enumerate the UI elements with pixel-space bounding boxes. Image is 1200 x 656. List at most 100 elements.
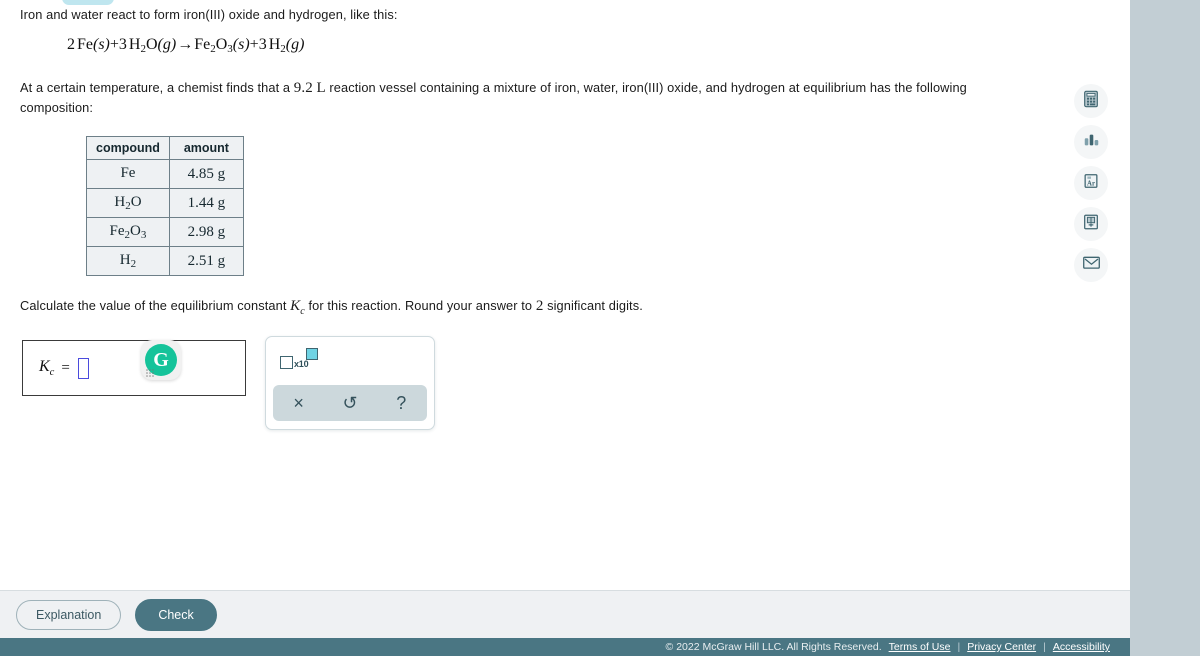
paragraph-part-1: At a certain temperature, a chemist find… bbox=[20, 80, 291, 95]
explanation-button[interactable]: Explanation bbox=[16, 599, 122, 630]
tab-stub-indicator bbox=[62, 0, 114, 5]
kc-subscript: c bbox=[300, 306, 305, 317]
action-bar: Explanation Check bbox=[0, 590, 1130, 638]
answer-kc-letter: K bbox=[39, 358, 50, 375]
table-row: H2O 1.44 g bbox=[86, 188, 244, 218]
table-row: Fe 4.85 g bbox=[86, 159, 244, 189]
table-row: H2 2.51 g bbox=[86, 246, 244, 276]
copyright-text: © 2022 McGraw Hill LLC. All Rights Reser… bbox=[665, 641, 882, 653]
kc-symbol-inline: Kc bbox=[290, 298, 305, 317]
prompt-part-1: Calculate the value of the equilibrium c… bbox=[20, 298, 287, 313]
cell-amount: 1.44 g bbox=[168, 188, 244, 218]
footer-separator: | bbox=[1043, 641, 1046, 653]
privacy-center-link[interactable]: Privacy Center bbox=[967, 641, 1036, 653]
equation-coefficient-fe: 2 bbox=[67, 36, 75, 53]
grammarly-badge[interactable]: G bbox=[141, 340, 181, 380]
clear-button[interactable]: × bbox=[279, 394, 319, 412]
equation-species-fe: Fe bbox=[77, 36, 93, 53]
equals-sign: = bbox=[61, 359, 70, 376]
question-body: Iron and water react to form iron(III) o… bbox=[20, 6, 1030, 317]
equation-plus-2: + bbox=[249, 36, 259, 53]
answer-kc-subscript: c bbox=[49, 367, 55, 378]
vessel-volume-unit: L bbox=[316, 80, 326, 96]
formula-sub2: 3 bbox=[140, 229, 147, 241]
terms-of-use-link[interactable]: Terms of Use bbox=[889, 641, 951, 653]
table-header-row: compound amount bbox=[86, 136, 244, 160]
calculator-button[interactable] bbox=[1074, 84, 1108, 118]
scientific-notation-button[interactable]: x10 bbox=[280, 347, 320, 375]
periodic-table-button[interactable]: Ar bbox=[1074, 166, 1108, 200]
cell-compound: Fe2O3 bbox=[86, 217, 170, 247]
reaction-arrow-icon: → bbox=[177, 36, 194, 53]
chemical-equation: 2 Fe(s)+3 H2O(g)→Fe2O3(s)+3 H2(g) bbox=[67, 36, 1030, 55]
significant-digits-value: 2 bbox=[535, 298, 544, 314]
help-button[interactable]: ? bbox=[381, 394, 421, 412]
cell-compound: Fe bbox=[86, 159, 170, 189]
drag-handle-icon[interactable] bbox=[146, 369, 154, 377]
answer-kc-label: Kc bbox=[39, 358, 54, 378]
answer-input[interactable] bbox=[77, 357, 89, 379]
equation-species-h2-h: H bbox=[268, 36, 281, 53]
tool-rail: Ar bbox=[1074, 84, 1108, 282]
message-envelope-icon bbox=[1082, 254, 1101, 276]
periodic-table-icon: Ar bbox=[1082, 172, 1100, 195]
math-keypad-panel: x10 × ↺ ? bbox=[265, 336, 435, 430]
cell-compound: H2 bbox=[86, 246, 170, 276]
formula-sub: 2 bbox=[130, 258, 137, 270]
prompt-part-2: for this reaction. Round your answer to bbox=[308, 298, 533, 313]
cell-compound: H2O bbox=[86, 188, 170, 218]
undo-button[interactable]: ↺ bbox=[330, 394, 370, 412]
equation-state-h2: (g) bbox=[285, 36, 305, 53]
cell-amount: 2.98 g bbox=[168, 217, 244, 247]
column-header-compound: compound bbox=[86, 136, 170, 160]
equation-state-fe: (s) bbox=[93, 36, 110, 53]
accessibility-link[interactable]: Accessibility bbox=[1053, 641, 1110, 653]
intro-text: Iron and water react to form iron(III) o… bbox=[20, 7, 398, 22]
mantissa-placeholder-icon bbox=[280, 356, 293, 369]
cell-amount: 4.85 g bbox=[168, 159, 244, 189]
content-pane: Iron and water react to form iron(III) o… bbox=[0, 0, 1130, 590]
glossary-book-icon bbox=[1082, 213, 1100, 236]
scientific-notation-row: x10 bbox=[266, 337, 434, 385]
vessel-volume-value: 9.2 bbox=[293, 80, 313, 96]
formula-main: Fe bbox=[120, 165, 136, 181]
calculator-icon bbox=[1082, 90, 1100, 113]
equation-coefficient-h2: 3 bbox=[258, 36, 267, 53]
prompt-part-3: significant digits. bbox=[547, 298, 643, 313]
check-button[interactable]: Check bbox=[135, 598, 217, 631]
page-gutter bbox=[1130, 0, 1200, 656]
column-header-amount: amount bbox=[168, 136, 244, 160]
problem-paragraph: At a certain temperature, a chemist find… bbox=[20, 78, 1030, 117]
question-page: Iron and water react to form iron(III) o… bbox=[0, 0, 1200, 656]
footer-separator: | bbox=[957, 641, 961, 653]
equation-state-fe2o3: (s) bbox=[232, 36, 250, 53]
table-row: Fe2O3 2.98 g bbox=[86, 217, 244, 247]
exponent-placeholder-icon bbox=[306, 348, 318, 360]
formula-main: H bbox=[114, 194, 126, 210]
copyright-footer: © 2022 McGraw Hill LLC. All Rights Reser… bbox=[0, 638, 1130, 656]
formula-tail: O bbox=[130, 223, 141, 239]
equation-coefficient-h2o: 3 bbox=[118, 36, 127, 53]
svg-text:Ar: Ar bbox=[1087, 180, 1095, 187]
kc-letter: K bbox=[290, 298, 301, 314]
equation-species-fe2o3-fe: Fe bbox=[194, 36, 211, 53]
formula-tail: O bbox=[130, 194, 142, 210]
answer-input-box[interactable]: Kc = bbox=[22, 340, 246, 396]
data-chart-button[interactable] bbox=[1074, 125, 1108, 159]
cell-amount: 2.51 g bbox=[168, 246, 244, 276]
formula-main: Fe bbox=[109, 223, 125, 239]
answer-area: Kc = G bbox=[22, 340, 246, 396]
equation-state-h2o: (g) bbox=[157, 36, 177, 53]
equation-species-h2o-h: H bbox=[128, 36, 141, 53]
message-button[interactable] bbox=[1074, 248, 1108, 282]
equation-species-h2o-o: O bbox=[145, 36, 158, 53]
bar-chart-icon bbox=[1082, 131, 1101, 154]
equation-species-fe2o3-o: O bbox=[215, 36, 228, 53]
times-ten-label: x10 bbox=[294, 359, 309, 369]
equation-plus-1: + bbox=[109, 36, 119, 53]
formula-main: H bbox=[119, 252, 131, 268]
question-prompt: Calculate the value of the equilibrium c… bbox=[20, 298, 1030, 317]
keypad-button-bar: × ↺ ? bbox=[273, 385, 427, 421]
composition-table: compound amount Fe 4.85 g H2O 1.44 g Fe2… bbox=[86, 136, 244, 276]
glossary-button[interactable] bbox=[1074, 207, 1108, 241]
